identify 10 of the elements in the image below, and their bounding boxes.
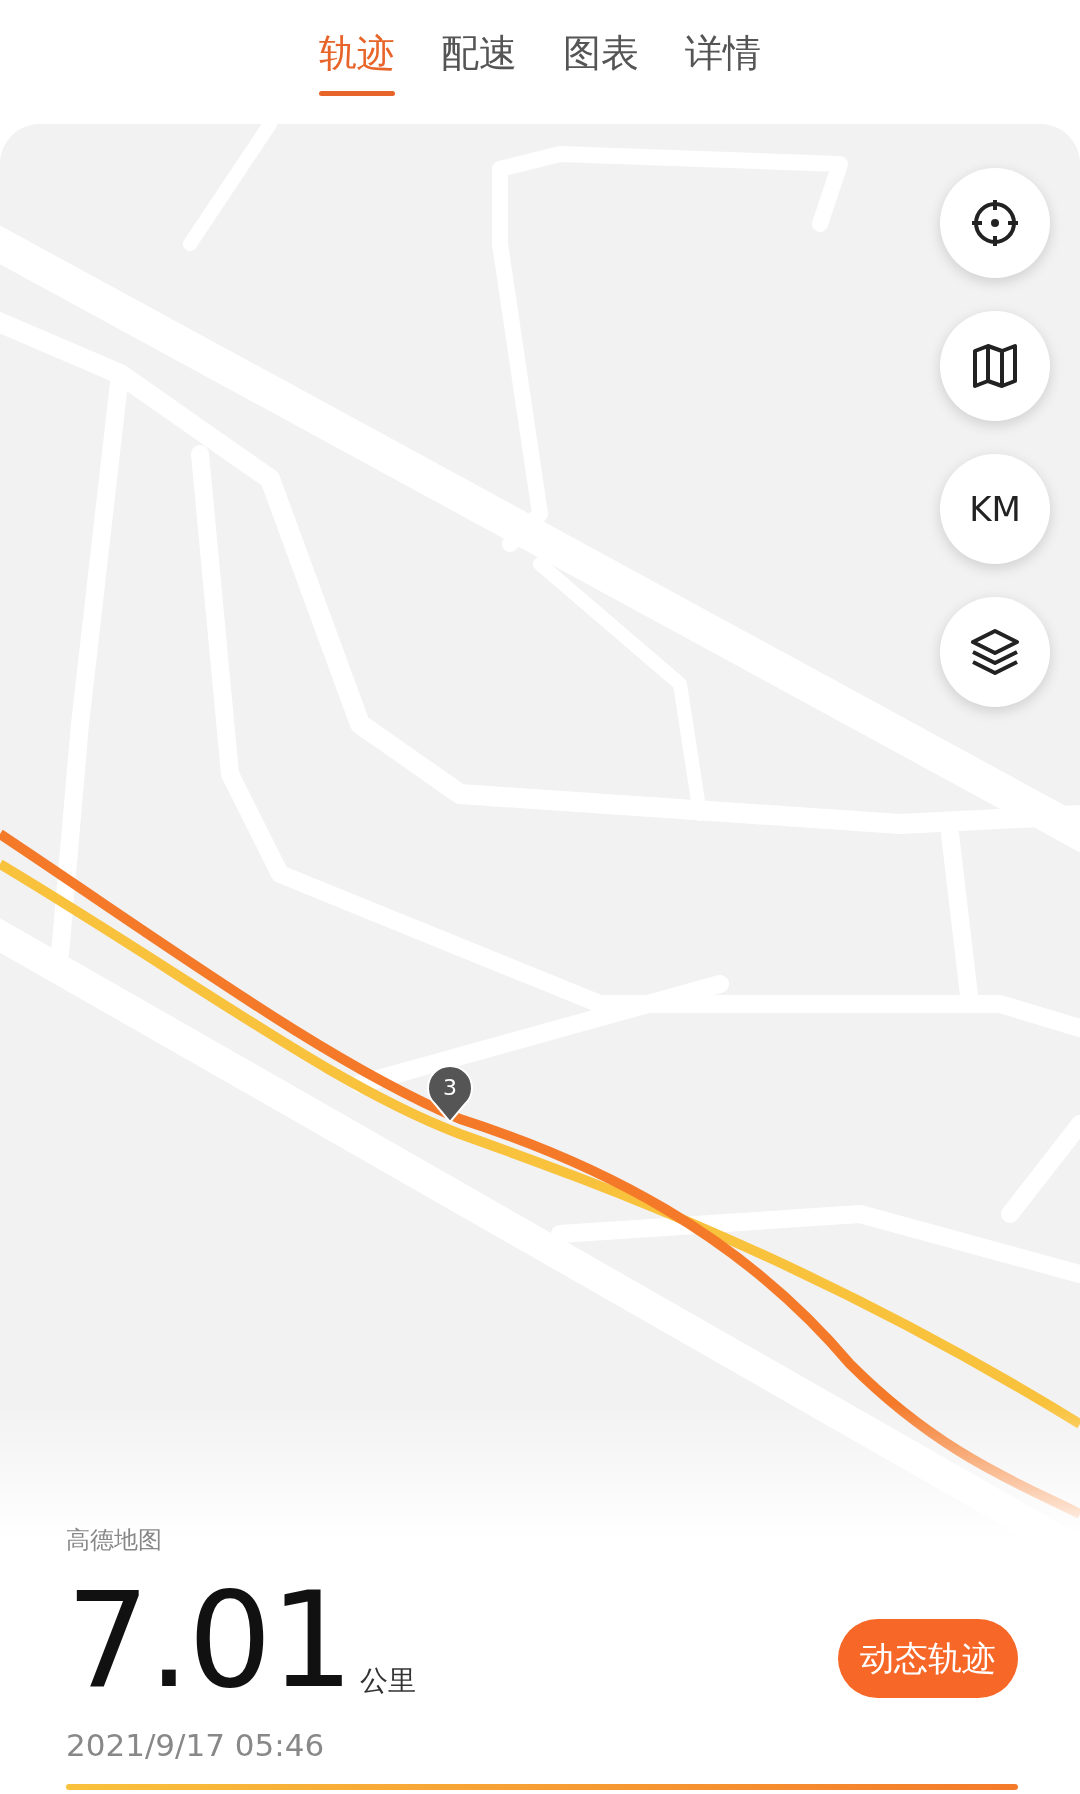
distance-value: 7.01 (66, 1573, 352, 1706)
tab[interactable]: 配速 (441, 15, 517, 96)
tab[interactable]: 图表 (563, 15, 639, 96)
distance-unit: 公里 (359, 1662, 416, 1699)
map-icon (970, 341, 1020, 391)
locate-icon (970, 198, 1020, 248)
tab[interactable]: 详情 (685, 15, 761, 96)
map-attribution: 高德地图 (66, 1525, 162, 1554)
layers-icon (969, 627, 1021, 677)
date-time: 2021/9/17 05:46 (66, 1726, 325, 1763)
